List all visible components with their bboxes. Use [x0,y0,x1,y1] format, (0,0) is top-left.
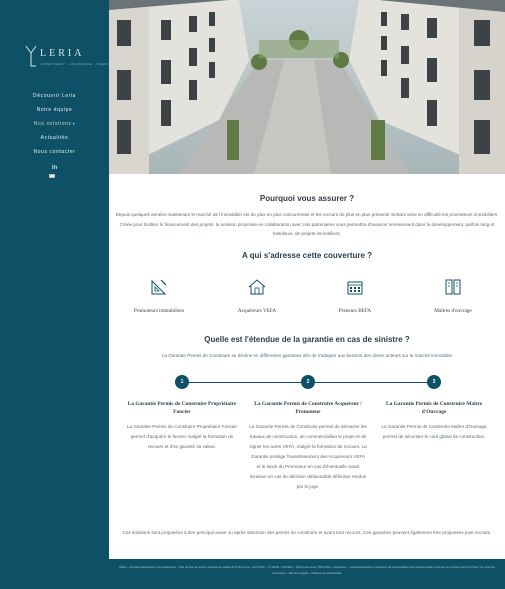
step-badge: 1 [175,375,189,389]
audience-label-owners: Maîtres d'ouvrage [434,308,472,314]
nav-item-discover[interactable]: Découvrir Leria [0,89,109,103]
social-links: in [0,156,109,174]
footer: LERIA – Courtage d'assurance et de réass… [109,559,505,589]
sidebar: LERIA INVESTMENT · ASSURANCE · CREDIT Dé… [0,0,110,589]
main-nav: Découvrir Leria Notre équipe Nos solutio… [0,89,109,159]
nav-label: Nos solutions [33,121,72,127]
coverage-text-contractor: La Garantie Permis de Construire Maître … [381,424,487,439]
hero-photo [109,0,505,174]
footer-legal-text: LERIA – Courtage d'assurance et de réass… [119,566,495,575]
nav-label: Découvrir Leria [33,93,76,99]
coverage-title-contractor: La Garantie Permis de Construire Maître … [385,401,483,415]
section-outro-text: Ces solutions sont proposées à titre pri… [122,530,492,535]
hero-image [109,0,505,174]
audience-label-buyers: Acquéreurs VEFA [237,308,277,314]
documents-icon [445,279,461,295]
nav-item-news[interactable]: Actualités [0,131,109,145]
nav-item-team[interactable]: Notre équipe [0,103,109,117]
section-coverage-subtitle: La Garantie Permis de Construire se décl… [161,353,453,358]
nav-label: Nous contacter [33,149,76,155]
leria-logo-icon [25,45,37,67]
blueprint-icon [151,279,167,295]
main-content: Pourquoi vous assurer ? Depuis quelques … [109,174,505,559]
house-icon [248,279,266,295]
section-title-coverage: Quelle est l'étendue de la garantie en c… [204,335,410,344]
coverage-text-owner: La Garantie Permis de Construire Proprié… [126,424,238,449]
brand-tagline: INVESTMENT · ASSURANCE · CREDIT [41,62,111,66]
step-badge: 2 [301,375,315,389]
brand-logo[interactable]: LERIA INVESTMENT · ASSURANCE · CREDIT [24,44,110,70]
section-intro-text: Depuis quelques années maintenant le mar… [115,212,499,236]
nav-label: Actualités [40,135,69,141]
building-icon [347,281,363,295]
coverage-text-buyer-promoter: La Garantie Permis de Construire permet … [249,424,367,489]
brand-name: LERIA [40,48,85,59]
coverage-title-buyer-promoter: La Garantie Permis de Construire Acquére… [254,401,362,415]
linkedin-icon[interactable]: in [52,165,57,171]
audience-label-promoters: Promoteurs immobiliers [133,308,185,314]
section-title-audience: A qui s'adresse cette couverture ? [241,251,373,260]
chevron-down-icon: ▾ [72,121,76,126]
step-badge: 3 [427,375,441,389]
coverage-title-owner: La Garantie Permis de Construire Proprié… [127,401,237,415]
nav-label: Notre équipe [36,107,73,113]
section-title-why: Pourquoi vous assurer ? [259,194,355,203]
audience-label-lenders: Preneurs BEFA [338,308,372,314]
flag-icon[interactable] [49,174,55,178]
nav-item-solutions[interactable]: Nos solutions▾ [0,117,109,131]
